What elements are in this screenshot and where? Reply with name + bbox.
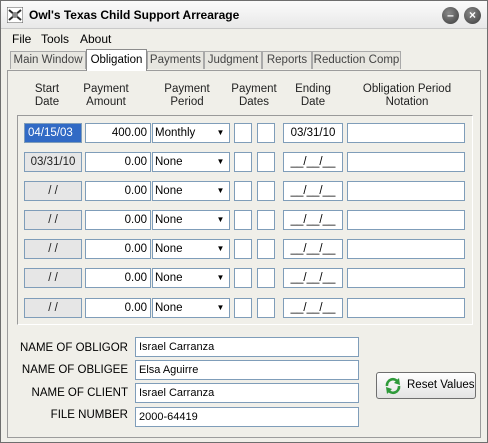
payment-period-select[interactable]: None ▼	[152, 268, 230, 288]
obligor-name-field[interactable]: Israel Carranza	[135, 337, 359, 357]
tab-judgment[interactable]: Judgment	[204, 51, 262, 69]
payment-amount-field[interactable]: 0.00	[85, 210, 151, 230]
ending-date-field[interactable]: __/__/__	[283, 152, 343, 172]
chevron-down-icon: ▼	[216, 303, 225, 312]
notation-field[interactable]	[347, 298, 465, 318]
payment-date-check-2[interactable]	[257, 298, 275, 318]
file-number-field[interactable]: 2000-64419	[135, 407, 359, 427]
ending-date-field[interactable]: __/__/__	[283, 298, 343, 318]
tab-reduction-comp[interactable]: Reduction Comp	[312, 51, 401, 69]
payment-period-select[interactable]: None ▼	[152, 181, 230, 201]
payment-amount-field[interactable]: 0.00	[85, 181, 151, 201]
notation-field[interactable]	[347, 268, 465, 288]
notation-field[interactable]	[347, 123, 465, 143]
payment-period-value: None	[155, 185, 183, 197]
payment-period-value: Monthly	[155, 127, 196, 139]
tab-payments[interactable]: Payments	[147, 51, 204, 69]
payment-period-value: None	[155, 302, 183, 314]
payment-date-check-1[interactable]	[234, 123, 252, 143]
start-date-field[interactable]: / /	[24, 239, 82, 259]
title-bar: Owl's Texas Child Support Arrearage – ×	[1, 1, 487, 29]
payment-period-select[interactable]: None ▼	[152, 210, 230, 230]
payment-date-check-2[interactable]	[257, 239, 275, 259]
start-date-field[interactable]: 04/15/03	[24, 123, 82, 143]
notation-field[interactable]	[347, 181, 465, 201]
payment-period-value: None	[155, 243, 183, 255]
file-number-label: FILE NUMBER	[50, 409, 128, 421]
client-label: NAME OF CLIENT	[31, 387, 128, 399]
chevron-down-icon: ▼	[216, 244, 225, 253]
window-title: Owl's Texas Child Support Arrearage	[29, 8, 240, 22]
payment-date-check-1[interactable]	[234, 152, 252, 172]
chevron-down-icon: ▼	[216, 215, 225, 224]
ending-date-field[interactable]: __/__/__	[283, 239, 343, 259]
start-date-field[interactable]: / /	[24, 210, 82, 230]
payment-period-value: None	[155, 214, 183, 226]
reset-values-label: Reset Values	[407, 379, 475, 391]
payment-amount-field[interactable]: 0.00	[85, 298, 151, 318]
app-logo-icon	[7, 7, 23, 23]
client-name-field[interactable]: Israel Carranza	[135, 383, 359, 403]
notation-field[interactable]	[347, 152, 465, 172]
payment-period-value: None	[155, 156, 183, 168]
payment-period-value: None	[155, 272, 183, 284]
header-ending-date: Ending Date	[295, 83, 331, 108]
reset-values-button[interactable]: Reset Values	[376, 372, 476, 399]
obligee-name-field[interactable]: Elsa Aguirre	[135, 360, 359, 380]
header-payment-amount: Payment Amount	[83, 83, 129, 108]
minimize-button[interactable]: –	[442, 7, 459, 24]
menu-bar: File Tools About	[1, 30, 487, 48]
payment-date-check-2[interactable]	[257, 181, 275, 201]
close-button[interactable]: ×	[464, 7, 481, 24]
menu-tools[interactable]: Tools	[41, 32, 69, 46]
tab-main-window[interactable]: Main Window	[10, 51, 86, 69]
start-date-field[interactable]: / /	[24, 181, 82, 201]
payment-amount-field[interactable]: 400.00	[85, 123, 151, 143]
payment-date-check-1[interactable]	[234, 181, 252, 201]
payment-date-check-2[interactable]	[257, 210, 275, 230]
payment-amount-field[interactable]: 0.00	[85, 152, 151, 172]
obligor-label: NAME OF OBLIGOR	[20, 342, 128, 354]
tab-strip: Main Window Obligation Payments Judgment…	[1, 49, 487, 71]
refresh-icon	[385, 377, 401, 395]
payment-date-check-1[interactable]	[234, 239, 252, 259]
header-notation: Obligation Period Notation	[362, 83, 452, 108]
start-date-field[interactable]: / /	[24, 268, 82, 288]
chevron-down-icon: ▼	[216, 128, 225, 137]
payment-date-check-1[interactable]	[234, 268, 252, 288]
ending-date-field[interactable]: __/__/__	[283, 210, 343, 230]
payment-date-check-2[interactable]	[257, 152, 275, 172]
header-payment-dates: Payment Dates	[231, 83, 277, 108]
payment-amount-field[interactable]: 0.00	[85, 239, 151, 259]
payment-date-check-2[interactable]	[257, 123, 275, 143]
chevron-down-icon: ▼	[216, 157, 225, 166]
start-date-field[interactable]: 03/31/10	[24, 152, 82, 172]
payment-period-select[interactable]: None ▼	[152, 298, 230, 318]
payment-period-select[interactable]: None ▼	[152, 239, 230, 259]
header-start-date: Start Date	[34, 83, 60, 108]
notation-field[interactable]	[347, 239, 465, 259]
tab-obligation[interactable]: Obligation	[86, 49, 147, 71]
payment-period-select[interactable]: Monthly ▼	[152, 123, 230, 143]
notation-field[interactable]	[347, 210, 465, 230]
menu-about[interactable]: About	[80, 32, 111, 46]
ending-date-field[interactable]: __/__/__	[283, 181, 343, 201]
payment-amount-field[interactable]: 0.00	[85, 268, 151, 288]
ending-date-field[interactable]: 03/31/10	[283, 123, 343, 143]
chevron-down-icon: ▼	[216, 186, 225, 195]
start-date-field[interactable]: / /	[24, 298, 82, 318]
tab-reports[interactable]: Reports	[262, 51, 312, 69]
header-payment-period: Payment Period	[164, 83, 210, 108]
ending-date-field[interactable]: __/__/__	[283, 268, 343, 288]
payment-date-check-2[interactable]	[257, 268, 275, 288]
app-window: Owl's Texas Child Support Arrearage – × …	[0, 0, 488, 443]
payment-date-check-1[interactable]	[234, 298, 252, 318]
menu-file[interactable]: File	[12, 32, 31, 46]
payment-period-select[interactable]: None ▼	[152, 152, 230, 172]
payment-date-check-1[interactable]	[234, 210, 252, 230]
chevron-down-icon: ▼	[216, 273, 225, 282]
obligee-label: NAME OF OBLIGEE	[21, 364, 128, 376]
